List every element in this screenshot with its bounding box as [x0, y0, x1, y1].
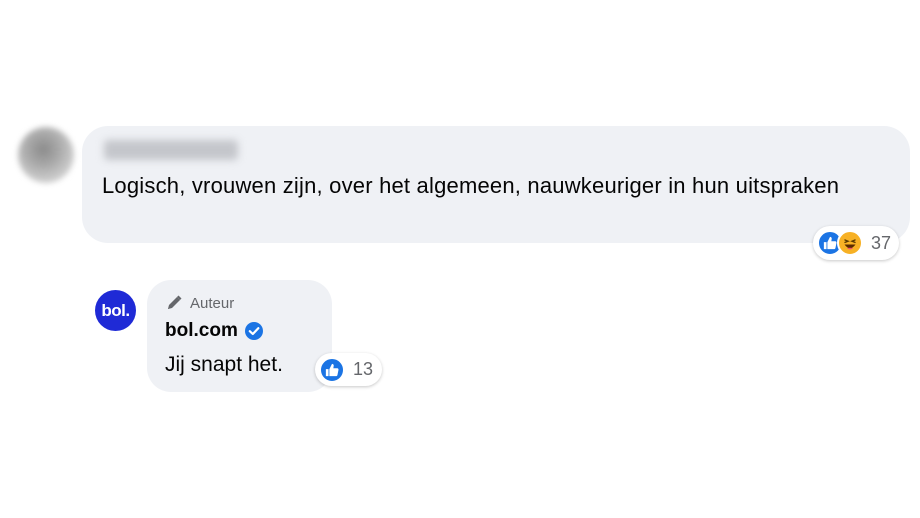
author-badge: Auteur: [165, 294, 234, 312]
author-badge-label: Auteur: [190, 294, 235, 312]
reply-text: Jij snapt het.: [165, 353, 283, 376]
pencil-icon: [168, 295, 182, 309]
reaction-count: 13: [353, 359, 374, 379]
reaction-count: 37: [871, 232, 892, 253]
reply-author: bol.com: [165, 320, 264, 342]
reply-reactions[interactable]: 13: [315, 353, 383, 386]
verified-icon: [244, 321, 264, 341]
like-icon: [319, 356, 345, 383]
commenter-name-blurred[interactable]: [104, 140, 238, 160]
haha-icon: [837, 230, 863, 256]
reply-bubble: Auteur bol.com Jij snapt het.: [147, 280, 332, 392]
reply-author-name[interactable]: bol.com: [165, 320, 238, 342]
comment-thread: Logisch, vrouwen zijn, over het algemeen…: [0, 0, 920, 518]
commenter-avatar[interactable]: [18, 127, 74, 183]
comment-text: Logisch, vrouwen zijn, over het algemeen…: [102, 173, 840, 198]
comment-bubble: Logisch, vrouwen zijn, over het algemeen…: [82, 126, 910, 243]
bol-avatar[interactable]: bol.: [95, 290, 136, 331]
comment-reactions[interactable]: 37: [813, 226, 900, 260]
